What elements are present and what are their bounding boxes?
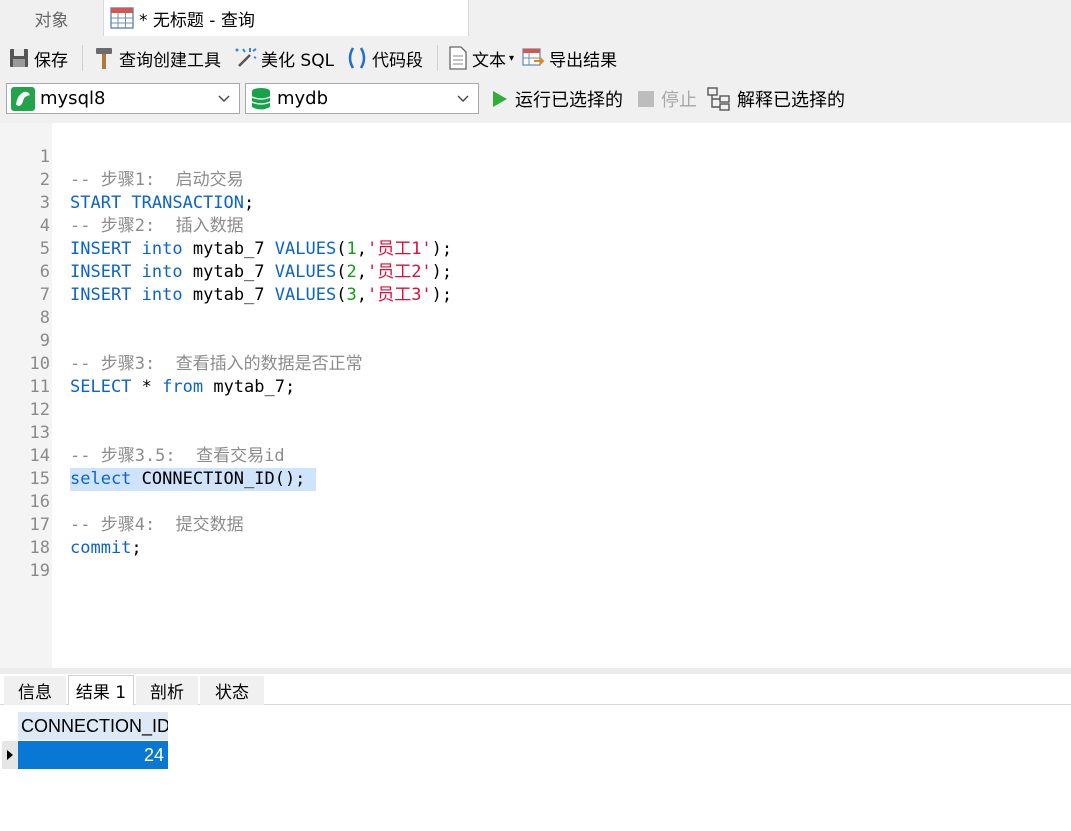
chevron-down-icon: [457, 95, 469, 102]
tab-result-1[interactable]: 结果 1: [68, 675, 134, 705]
sql-editor[interactable]: 1 -- 步骤1: 启动交易 2 START TRANSACTION; 3 --…: [0, 123, 1071, 668]
code-lines: 1 -- 步骤1: 启动交易 2 START TRANSACTION; 3 --…: [0, 123, 1071, 581]
play-icon: [493, 91, 507, 107]
export-result-button[interactable]: 导出结果: [517, 43, 621, 73]
tab-status-label: 状态: [215, 683, 249, 703]
export-table-icon: [522, 48, 545, 66]
code-line[interactable]: 5 INSERT into mytab_7 VALUES(2,'员工2');: [0, 215, 1071, 282]
tab-profile-label: 剖析: [150, 683, 184, 703]
code-line[interactable]: 19: [0, 537, 1071, 581]
mysql-dolphin-icon: [11, 86, 35, 111]
tab-query-label: * 无标题 - 查询: [139, 10, 255, 31]
save-icon: [10, 49, 28, 67]
magic-wand-icon: [235, 48, 257, 67]
beautify-sql-label: 美化 SQL: [261, 50, 335, 71]
connection-select[interactable]: mysql8: [6, 83, 240, 114]
run-selected-label: 运行已选择的: [515, 90, 623, 111]
code-line[interactable]: 15: [0, 445, 1071, 489]
toolbar-divider: [437, 45, 439, 71]
save-button[interactable]: 保存: [4, 43, 72, 73]
database-icon: [251, 87, 271, 109]
code-snippet-button[interactable]: 代码段: [342, 43, 427, 73]
table-cell-selected[interactable]: 24: [18, 741, 168, 769]
result-tab-bar: 信息 结果 1 剖析 状态: [0, 674, 1071, 705]
chevron-down-icon[interactable]: ▾: [509, 53, 514, 64]
hammer-icon: [96, 48, 112, 69]
beautify-sql-button[interactable]: 美化 SQL: [229, 43, 338, 73]
document-tab-bar: 对象 * 无标题 - 查询: [0, 0, 1071, 36]
stop-button[interactable]: 停止: [637, 85, 697, 113]
connection-value: mysql8: [40, 88, 106, 109]
line-number: 19: [29, 561, 50, 581]
tab-result-1-label: 结果 1: [75, 683, 127, 703]
query-builder-label: 查询创建工具: [119, 50, 221, 71]
code-snippet-label: 代码段: [372, 50, 424, 71]
code-line[interactable]: 13 -- 步骤3.5: 查看交易id: [0, 399, 1071, 466]
text-mode-button[interactable]: 文本 ▾: [444, 43, 521, 73]
result-grid: CONNECTION_ID() 24: [0, 705, 1071, 831]
code-line[interactable]: 18: [0, 514, 1071, 558]
code-line[interactable]: 8: [0, 284, 1071, 328]
database-value: mydb: [277, 88, 329, 109]
code-line[interactable]: 1 -- 步骤1: 启动交易: [0, 123, 1071, 190]
tab-status[interactable]: 状态: [200, 676, 264, 705]
tab-objects-label: 对象: [34, 10, 69, 31]
tab-profile[interactable]: 剖析: [136, 676, 198, 705]
main-toolbar: 保存 查询创建工具 美化 SQL 代码段 文本 ▾ 导出结果: [0, 36, 1071, 80]
tab-info[interactable]: 信息: [4, 676, 66, 705]
query-builder-button[interactable]: 查询创建工具: [89, 43, 225, 73]
run-selected-button[interactable]: 运行已选择的: [491, 85, 623, 113]
code-line[interactable]: 7: [0, 261, 1071, 305]
code-line[interactable]: 10 SELECT * from mytab_7;: [0, 330, 1071, 397]
database-select[interactable]: mydb: [245, 83, 479, 114]
explain-tree-icon: [707, 87, 730, 111]
code-line[interactable]: 11: [0, 353, 1071, 397]
document-icon: [449, 46, 467, 70]
code-line[interactable]: 3 -- 步骤2: 插入数据: [0, 169, 1071, 236]
stop-label: 停止: [661, 90, 697, 111]
tab-info-label: 信息: [18, 683, 52, 703]
code-line-selected[interactable]: 14 select CONNECTION_ID();: [0, 422, 1071, 491]
explain-selected-button[interactable]: 解释已选择的: [707, 85, 845, 113]
stop-icon: [638, 91, 654, 107]
parentheses-icon: [348, 47, 366, 69]
code-line[interactable]: 16 -- 步骤4: 提交数据: [0, 468, 1071, 535]
export-result-label: 导出结果: [549, 50, 618, 71]
code-line[interactable]: 9 -- 步骤3: 查看插入的数据是否正常: [0, 307, 1071, 374]
explain-selected-label: 解释已选择的: [737, 90, 845, 111]
column-header[interactable]: CONNECTION_ID(): [18, 712, 168, 740]
code-line[interactable]: 4 INSERT into mytab_7 VALUES(1,'员工1');: [0, 192, 1071, 259]
code-line[interactable]: 2 START TRANSACTION;: [0, 146, 1071, 213]
row-indicator-icon[interactable]: [2, 741, 18, 769]
tab-objects[interactable]: 对象: [0, 0, 103, 36]
toolbar-divider: [82, 45, 83, 71]
query-table-icon: [110, 7, 134, 29]
chevron-down-icon: [218, 95, 230, 102]
tab-query[interactable]: * 无标题 - 查询: [103, 0, 469, 36]
code-line[interactable]: 12: [0, 376, 1071, 420]
code-line[interactable]: 6 INSERT into mytab_7 VALUES(3,'员工3');: [0, 238, 1071, 305]
text-mode-label: 文本: [472, 50, 507, 71]
connection-toolbar: mysql8 mydb 运行已选择的 停止 解释已选择的: [0, 80, 1071, 123]
save-label: 保存: [34, 50, 68, 71]
code-line[interactable]: 17 commit;: [0, 491, 1071, 558]
